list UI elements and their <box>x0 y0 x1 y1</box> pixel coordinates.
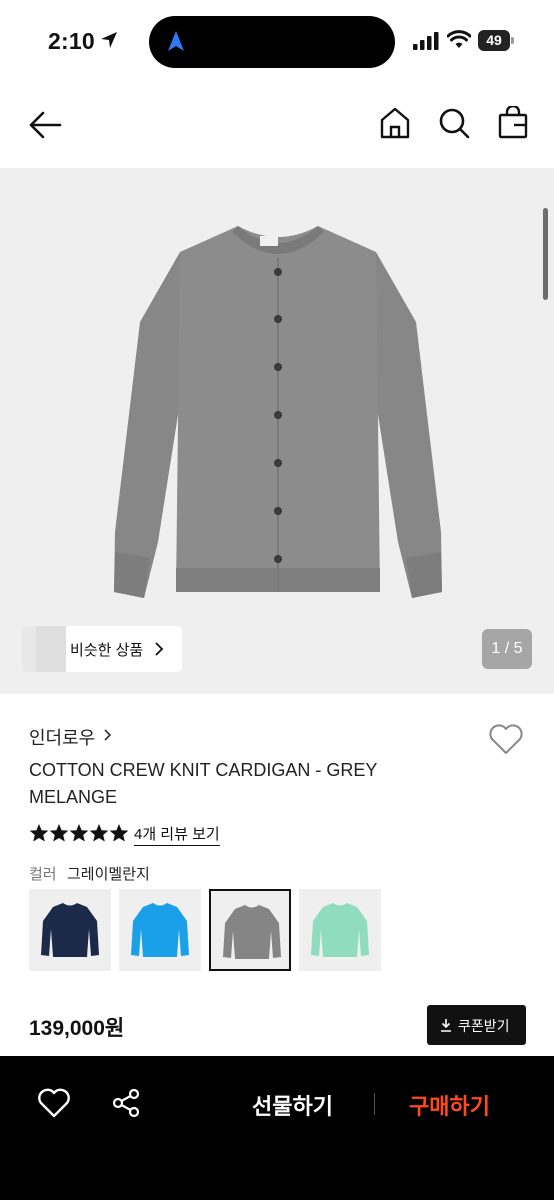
swatch-garment-image <box>41 903 99 957</box>
color-value: 그레이멜란지 <box>67 866 150 883</box>
share-icon[interactable] <box>111 1088 141 1118</box>
color-swatch-grey[interactable] <box>209 889 291 971</box>
star-icon <box>49 824 69 842</box>
color-label: 컬러 <box>29 866 57 883</box>
divider <box>374 1093 375 1115</box>
star-icon <box>89 824 109 842</box>
rating-stars <box>29 824 129 842</box>
coupon-label: 쿠폰받기 <box>458 1018 510 1034</box>
star-icon <box>109 824 129 842</box>
product-image <box>114 226 442 598</box>
image-counter: 1 / 5 <box>482 629 532 669</box>
wifi-icon <box>447 30 471 48</box>
buy-button[interactable]: 구매하기 <box>409 1089 490 1121</box>
search-icon[interactable] <box>437 106 471 140</box>
reviews-link[interactable]: 4개 리뷰 보기 <box>134 823 220 846</box>
price: 139,000원 <box>29 1017 125 1040</box>
status-time: 2:10 <box>48 28 95 54</box>
shopping-bag-icon[interactable] <box>496 106 530 140</box>
top-navigation <box>0 96 554 156</box>
download-icon <box>441 1019 451 1032</box>
wishlist-heart-icon[interactable] <box>487 722 525 756</box>
swatch-garment-image <box>311 903 369 957</box>
swatch-garment-image <box>223 905 281 959</box>
location-arrow-icon <box>101 32 117 48</box>
product-image-carousel[interactable]: 비슷한 상품 1 / 5 <box>0 168 554 694</box>
back-arrow-icon[interactable] <box>26 108 64 142</box>
bottom-action-bar: 선물하기 구매하기 <box>0 1056 554 1200</box>
home-icon[interactable] <box>378 106 412 140</box>
battery-indicator: 49 <box>478 30 514 51</box>
similar-products-button[interactable]: 비슷한 상품 <box>22 626 182 672</box>
similar-products-label: 비슷한 상품 <box>70 642 144 659</box>
scroll-indicator[interactable] <box>543 208 548 300</box>
star-icon <box>69 824 89 842</box>
star-icon <box>29 824 49 842</box>
chevron-right-icon <box>104 729 112 741</box>
battery-cap <box>511 37 514 44</box>
brand-link[interactable]: 인더로우 <box>29 724 95 750</box>
heart-icon[interactable] <box>37 1088 71 1118</box>
similar-thumbnail <box>36 626 66 672</box>
product-title: COTTON CREW KNIT CARDIGAN - GREY MELANGE <box>29 760 378 807</box>
status-bar: 2:10 49 <box>0 0 554 84</box>
cellular-signal-icon <box>413 32 439 50</box>
swatch-garment-image <box>131 903 189 957</box>
color-swatch-navy[interactable] <box>29 889 111 971</box>
dynamic-island <box>149 16 395 68</box>
gift-button[interactable]: 선물하기 <box>252 1089 333 1121</box>
chevron-right-icon <box>155 642 164 656</box>
navigation-arrow-icon <box>168 31 184 51</box>
battery-level: 49 <box>478 30 510 51</box>
color-swatch-blue[interactable] <box>119 889 201 971</box>
color-swatch-mint[interactable] <box>299 889 381 971</box>
coupon-button[interactable]: 쿠폰받기 <box>427 1005 526 1045</box>
